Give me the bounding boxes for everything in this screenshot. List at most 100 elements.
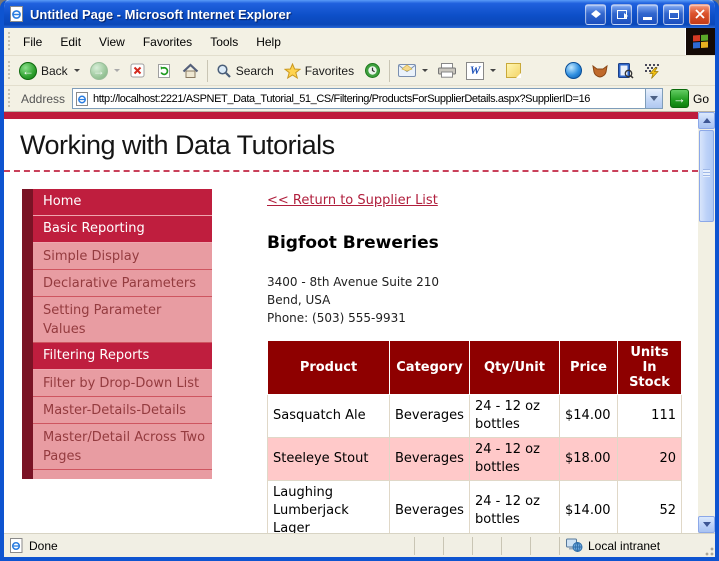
sidebar-item-label: Master-Details-Details bbox=[33, 397, 212, 424]
toolbar-separator bbox=[207, 60, 208, 82]
history-button[interactable] bbox=[359, 60, 386, 81]
menu-tools[interactable]: Tools bbox=[201, 32, 247, 52]
standard-buttons-toolbar: ← Back → bbox=[4, 56, 715, 86]
search-button[interactable]: Search bbox=[211, 61, 279, 81]
messenger-button[interactable] bbox=[560, 60, 587, 81]
menu-notch bbox=[22, 343, 33, 370]
edit-with-word-button[interactable]: W bbox=[461, 60, 501, 82]
sidebar-item-label: Simple Display bbox=[33, 243, 212, 270]
forward-dropdown-icon[interactable] bbox=[114, 69, 120, 72]
forward-icon: → bbox=[90, 62, 108, 80]
address-dropdown-button[interactable] bbox=[645, 89, 662, 108]
sidebar-item-basic-reporting[interactable]: Basic Reporting bbox=[22, 216, 212, 243]
forward-button[interactable]: → bbox=[85, 60, 125, 82]
status-pane bbox=[414, 537, 443, 555]
local-intranet-icon bbox=[566, 538, 583, 553]
go-label: Go bbox=[693, 92, 709, 106]
return-to-supplier-list-link[interactable]: << Return to Supplier List bbox=[267, 193, 438, 208]
scrollbar-thumb[interactable] bbox=[699, 130, 714, 222]
cell-qty-unit: 24 - 12 oz bottles bbox=[470, 395, 560, 438]
web-page: Working with Data Tutorials Home Basic R… bbox=[4, 112, 698, 533]
supplier-city-country: Bend, USA bbox=[267, 291, 692, 309]
col-header-price: Price bbox=[560, 341, 618, 395]
vertical-scrollbar[interactable] bbox=[698, 112, 715, 533]
page-title: Working with Data Tutorials bbox=[20, 130, 698, 161]
go-button[interactable]: → Go bbox=[668, 89, 711, 108]
toolbar-grip[interactable] bbox=[7, 32, 12, 52]
menu-help[interactable]: Help bbox=[247, 32, 290, 52]
sidebar-item-master-detail-across-two-pages[interactable]: Master/Detail Across Two Pages bbox=[22, 424, 212, 470]
sidebar-item-master-details-details[interactable]: Master-Details-Details bbox=[22, 397, 212, 424]
minimize-button[interactable] bbox=[637, 4, 658, 25]
cell-product: Steeleye Stout bbox=[268, 438, 390, 481]
windows-flag-icon bbox=[693, 34, 708, 48]
table-header-row: Product Category Qty/Unit Price Units In… bbox=[268, 341, 682, 395]
sidebar-item-simple-display[interactable]: Simple Display bbox=[22, 243, 212, 270]
edit-dropdown-icon[interactable] bbox=[490, 69, 496, 72]
cell-category: Beverages bbox=[390, 438, 470, 481]
sidebar-item-partial[interactable] bbox=[22, 470, 212, 479]
table-row: Sasquatch Ale Beverages 24 - 12 oz bottl… bbox=[268, 395, 682, 438]
history-icon bbox=[364, 62, 381, 79]
resize-grip[interactable] bbox=[701, 543, 715, 557]
maximize-button[interactable] bbox=[663, 4, 684, 25]
cell-price: $14.00 bbox=[560, 481, 618, 534]
debug-tool-button[interactable] bbox=[639, 61, 665, 81]
menu-notch bbox=[22, 470, 33, 479]
sidebar-item-filtering-reports[interactable]: Filtering Reports bbox=[22, 343, 212, 370]
sidebar-item-label: Declarative Parameters bbox=[33, 270, 212, 297]
menu-favorites[interactable]: Favorites bbox=[134, 32, 201, 52]
menu-view[interactable]: View bbox=[90, 32, 134, 52]
status-pane bbox=[443, 537, 472, 555]
stop-button[interactable] bbox=[125, 61, 151, 81]
mail-button[interactable] bbox=[393, 62, 433, 79]
print-button[interactable] bbox=[433, 61, 461, 80]
cell-price: $18.00 bbox=[560, 438, 618, 481]
research-book-icon bbox=[618, 63, 634, 79]
favorites-button[interactable]: Favorites bbox=[279, 61, 359, 81]
scrollbar-track[interactable] bbox=[698, 223, 715, 516]
close-button[interactable] bbox=[689, 4, 710, 25]
popout-icon bbox=[617, 10, 627, 19]
cell-units-in-stock: 52 bbox=[618, 481, 682, 534]
sidebar-item-setting-parameter-values[interactable]: Setting Parameter Values bbox=[22, 297, 212, 343]
popout-window-button[interactable] bbox=[611, 4, 632, 25]
sidebar-item-label: Setting Parameter Values bbox=[33, 297, 212, 343]
menu-edit[interactable]: Edit bbox=[51, 32, 90, 52]
sidebar-item-filter-by-dropdown-list[interactable]: Filter by Drop-Down List bbox=[22, 370, 212, 397]
title-bar[interactable]: Untitled Page - Microsoft Internet Explo… bbox=[4, 0, 715, 28]
scroll-up-button[interactable] bbox=[698, 112, 715, 129]
back-button[interactable]: ← Back bbox=[14, 60, 85, 82]
discuss-button[interactable] bbox=[501, 61, 526, 80]
status-pane bbox=[501, 537, 530, 555]
toolbar-grip[interactable] bbox=[7, 89, 12, 109]
browser-window: Untitled Page - Microsoft Internet Explo… bbox=[0, 0, 719, 561]
home-icon bbox=[182, 63, 199, 79]
dashed-divider bbox=[4, 170, 698, 172]
back-icon: ← bbox=[19, 62, 37, 80]
addon-fox-button[interactable] bbox=[587, 62, 613, 80]
home-button[interactable] bbox=[177, 61, 204, 81]
browser-viewport: Working with Data Tutorials Home Basic R… bbox=[4, 112, 715, 533]
menu-notch bbox=[22, 243, 33, 270]
refresh-button[interactable] bbox=[151, 61, 177, 81]
scroll-down-button[interactable] bbox=[698, 516, 715, 533]
menu-notch bbox=[22, 424, 33, 470]
mail-dropdown-icon[interactable] bbox=[422, 69, 428, 72]
chevron-down-icon bbox=[650, 96, 658, 101]
menu-file[interactable]: File bbox=[14, 32, 51, 52]
sidebar-item-home[interactable]: Home bbox=[22, 189, 212, 216]
menu-notch bbox=[22, 397, 33, 424]
globe-sphere-icon bbox=[565, 62, 582, 79]
pan-left-right-button[interactable] bbox=[585, 4, 606, 25]
col-header-units-in-stock: Units In Stock bbox=[618, 341, 682, 395]
sidebar-nav: Home Basic Reporting Simple Display Decl… bbox=[22, 189, 212, 533]
toolbar-grip[interactable] bbox=[7, 61, 12, 81]
address-input[interactable]: http://localhost:2221/ASPNET_Data_Tutori… bbox=[72, 88, 663, 109]
back-dropdown-icon[interactable] bbox=[74, 69, 80, 72]
minimize-icon bbox=[643, 17, 652, 20]
note-icon bbox=[506, 63, 521, 78]
cell-qty-unit: 24 - 12 oz bottles bbox=[470, 438, 560, 481]
sidebar-item-declarative-parameters[interactable]: Declarative Parameters bbox=[22, 270, 212, 297]
research-button[interactable] bbox=[613, 61, 639, 81]
